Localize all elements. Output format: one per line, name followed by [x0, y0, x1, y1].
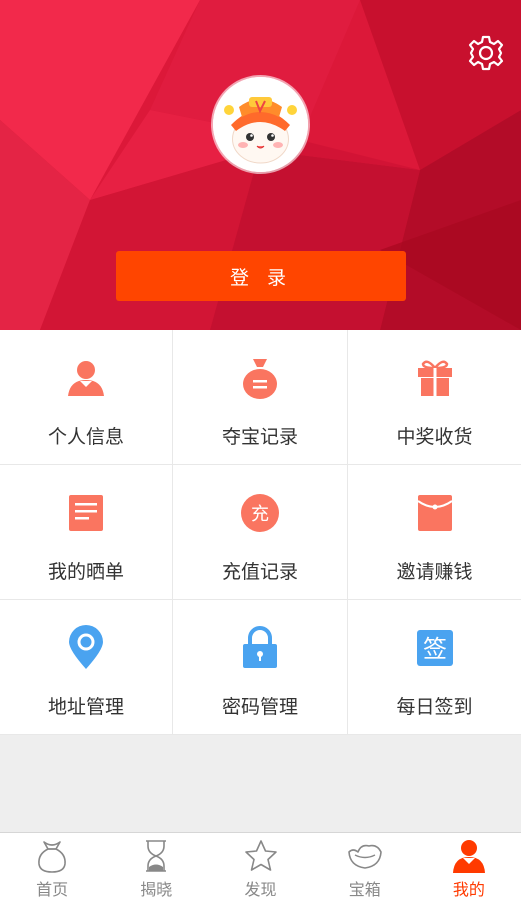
menu-item-label: 邀请赚钱 — [396, 561, 473, 583]
menu-item-label: 中奖收货 — [396, 426, 473, 448]
hourglass-icon — [146, 840, 167, 872]
menu-item-personal-info[interactable]: 个人信息 — [0, 330, 173, 465]
recharge-glyph: 充 — [251, 504, 269, 525]
tab-mine[interactable]: 我的 — [417, 833, 521, 903]
location-pin-icon — [64, 625, 108, 670]
recharge-icon: 充 — [238, 491, 282, 535]
menu-item-daily-sign-in[interactable]: 签 每日签到 — [348, 600, 521, 735]
menu-item-password-management[interactable]: 密码管理 — [173, 600, 348, 735]
money-bag-icon — [238, 356, 282, 400]
bottom-tab-bar: 首页 揭晓 发现 宝箱 我的 — [0, 832, 521, 903]
login-button[interactable]: 登 录 — [116, 251, 406, 301]
red-envelope-icon — [413, 491, 457, 535]
menu-item-address-management[interactable]: 地址管理 — [0, 600, 173, 735]
menu-item-my-posts[interactable]: 我的晒单 — [0, 465, 173, 600]
tab-label: 我的 — [452, 880, 485, 899]
sign-in-icon: 签 — [413, 626, 457, 670]
menu-item-label: 地址管理 — [47, 696, 124, 718]
menu-item-label: 密码管理 — [221, 696, 298, 718]
profile-menu-grid: 个人信息 夺宝记录 中奖收货 我的晒单 充 充值记录 邀请赚钱 地址管理 密码管… — [0, 330, 521, 735]
treasure-icon — [347, 844, 382, 869]
tab-home[interactable]: 首页 — [0, 833, 104, 903]
menu-item-recharge-records[interactable]: 充 充值记录 — [173, 465, 348, 600]
tab-treasure[interactable]: 宝箱 — [313, 833, 417, 903]
tab-label: 宝箱 — [348, 880, 381, 899]
gift-icon — [413, 356, 457, 400]
menu-item-treasure-records[interactable]: 夺宝记录 — [173, 330, 348, 465]
sign-in-glyph: 签 — [423, 635, 447, 663]
menu-item-label: 每日签到 — [396, 696, 473, 718]
menu-item-label: 充值记录 — [221, 561, 298, 583]
home-bag-icon — [38, 841, 66, 873]
menu-item-label: 夺宝记录 — [221, 426, 298, 448]
person-icon — [64, 356, 108, 400]
tab-announce[interactable]: 揭晓 — [104, 833, 208, 903]
menu-item-label: 我的晒单 — [47, 561, 124, 583]
menu-item-prize-delivery[interactable]: 中奖收货 — [348, 330, 521, 465]
profile-icon — [452, 840, 485, 873]
menu-item-invite-earn[interactable]: 邀请赚钱 — [348, 465, 521, 600]
tab-discover[interactable]: 发现 — [208, 833, 312, 903]
document-icon — [64, 491, 108, 535]
mascot-avatar-icon[interactable] — [213, 77, 308, 172]
tab-label: 揭晓 — [140, 880, 173, 899]
lock-icon — [238, 626, 282, 670]
tab-label: 发现 — [244, 880, 277, 899]
menu-item-label: 个人信息 — [47, 426, 124, 448]
profile-header: 登 录 — [0, 0, 521, 330]
gear-icon[interactable] — [467, 34, 505, 72]
tab-label: 首页 — [36, 880, 69, 899]
star-icon — [244, 840, 277, 871]
